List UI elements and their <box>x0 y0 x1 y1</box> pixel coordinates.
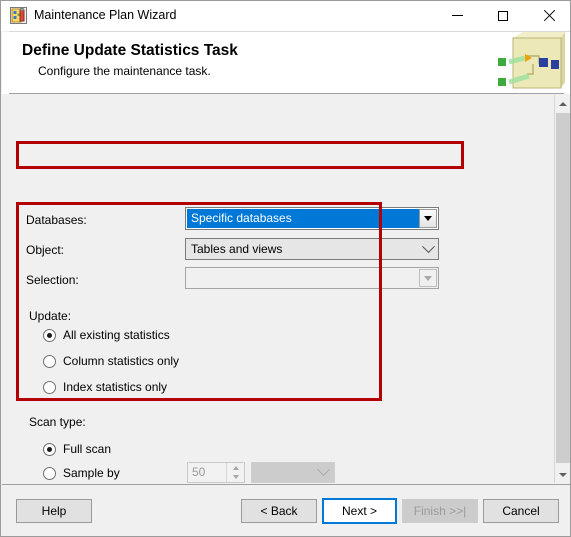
stepper-decrement-button[interactable] <box>227 473 244 483</box>
radio-sample-by[interactable]: Sample by <box>43 466 120 480</box>
selection-value <box>187 269 419 287</box>
radio-label: Full scan <box>63 442 112 456</box>
maintenance-plan-diagram-icon <box>498 32 565 89</box>
annotation-box-object <box>16 141 464 169</box>
radio-label: Column statistics only <box>63 354 180 368</box>
stepper-buttons[interactable] <box>226 463 244 482</box>
selection-combobox[interactable] <box>185 267 439 289</box>
radio-indicator-icon <box>43 442 56 456</box>
radio-label: All existing statistics <box>63 328 170 342</box>
object-combobox[interactable]: Tables and views <box>185 238 439 260</box>
chevron-down-icon <box>421 239 435 253</box>
scrollbar-thumb[interactable] <box>556 113 570 463</box>
radio-label: Sample by <box>63 466 120 480</box>
radio-index-statistics-only[interactable]: Index statistics only <box>43 380 167 394</box>
window-title: Maintenance Plan Wizard <box>34 8 177 22</box>
chevron-up-icon <box>232 465 239 470</box>
scan-type-group-label: Scan type: <box>29 415 86 429</box>
help-button[interactable]: Help <box>16 499 92 523</box>
radio-indicator-icon <box>43 380 56 394</box>
scroll-up-arrow-icon <box>559 101 567 106</box>
chevron-down-icon <box>316 463 330 477</box>
radio-indicator-icon <box>43 354 56 368</box>
page-subtitle: Configure the maintenance task. <box>38 64 211 78</box>
object-label: Object: <box>26 243 65 257</box>
update-group-label: Update: <box>29 309 72 323</box>
wizard-header: Define Update Statistics Task Configure … <box>2 32 570 94</box>
selection-label: Selection: <box>26 273 79 287</box>
scroll-down-arrow-icon <box>559 472 567 477</box>
back-button[interactable]: < Back <box>241 499 317 523</box>
radio-column-statistics-only[interactable]: Column statistics only <box>43 354 179 368</box>
minimize-icon <box>451 15 463 16</box>
maximize-button[interactable] <box>480 1 526 30</box>
vertical-scrollbar[interactable] <box>554 95 570 483</box>
object-value: Tables and views <box>191 242 283 256</box>
radio-all-existing-statistics[interactable]: All existing statistics <box>43 328 170 342</box>
databases-dropdown-button[interactable] <box>419 209 437 228</box>
stepper-increment-button[interactable] <box>227 463 244 473</box>
maintenance-plan-wizard-window: Maintenance Plan Wizard Define Update St… <box>0 0 571 537</box>
scroll-down-button[interactable] <box>555 466 570 483</box>
radio-indicator-icon <box>43 466 56 480</box>
close-icon <box>543 9 556 22</box>
chevron-down-icon <box>424 275 432 281</box>
maximize-icon <box>498 10 508 21</box>
databases-value: Specific databases <box>187 209 419 228</box>
title-bar: Maintenance Plan Wizard <box>1 1 570 31</box>
sample-by-units-combobox <box>251 462 335 483</box>
scroll-up-button[interactable] <box>555 95 570 112</box>
wizard-body: Databases: Specific databases Object: Ta… <box>2 95 570 536</box>
selection-dropdown-button <box>419 269 437 287</box>
update-statistics-form: Databases: Specific databases Object: Ta… <box>2 95 554 536</box>
header-divider <box>9 93 564 94</box>
radio-full-scan[interactable]: Full scan <box>43 442 111 456</box>
sample-by-stepper[interactable]: 50 <box>187 462 245 483</box>
radio-indicator-icon <box>43 328 56 342</box>
page-title: Define Update Statistics Task <box>22 42 238 59</box>
close-button[interactable] <box>526 1 570 30</box>
sample-by-value: 50 <box>192 465 206 479</box>
radio-label: Index statistics only <box>63 380 168 394</box>
chevron-down-icon <box>232 475 239 480</box>
maintenance-plan-icon <box>10 7 27 24</box>
sample-by-units-dropdown-button <box>312 463 334 477</box>
databases-label: Databases: <box>26 213 87 227</box>
wizard-footer: Help < Back Next > Finish >>| Cancel <box>2 484 570 536</box>
chevron-down-icon <box>424 216 432 221</box>
databases-combobox[interactable]: Specific databases <box>185 207 439 230</box>
minimize-button[interactable] <box>434 1 480 30</box>
cancel-button[interactable]: Cancel <box>483 499 559 523</box>
next-button[interactable]: Next > <box>322 498 397 524</box>
annotation-box-update-and-scan <box>16 202 382 401</box>
finish-button: Finish >>| <box>402 499 478 523</box>
object-dropdown-button[interactable] <box>418 239 438 254</box>
